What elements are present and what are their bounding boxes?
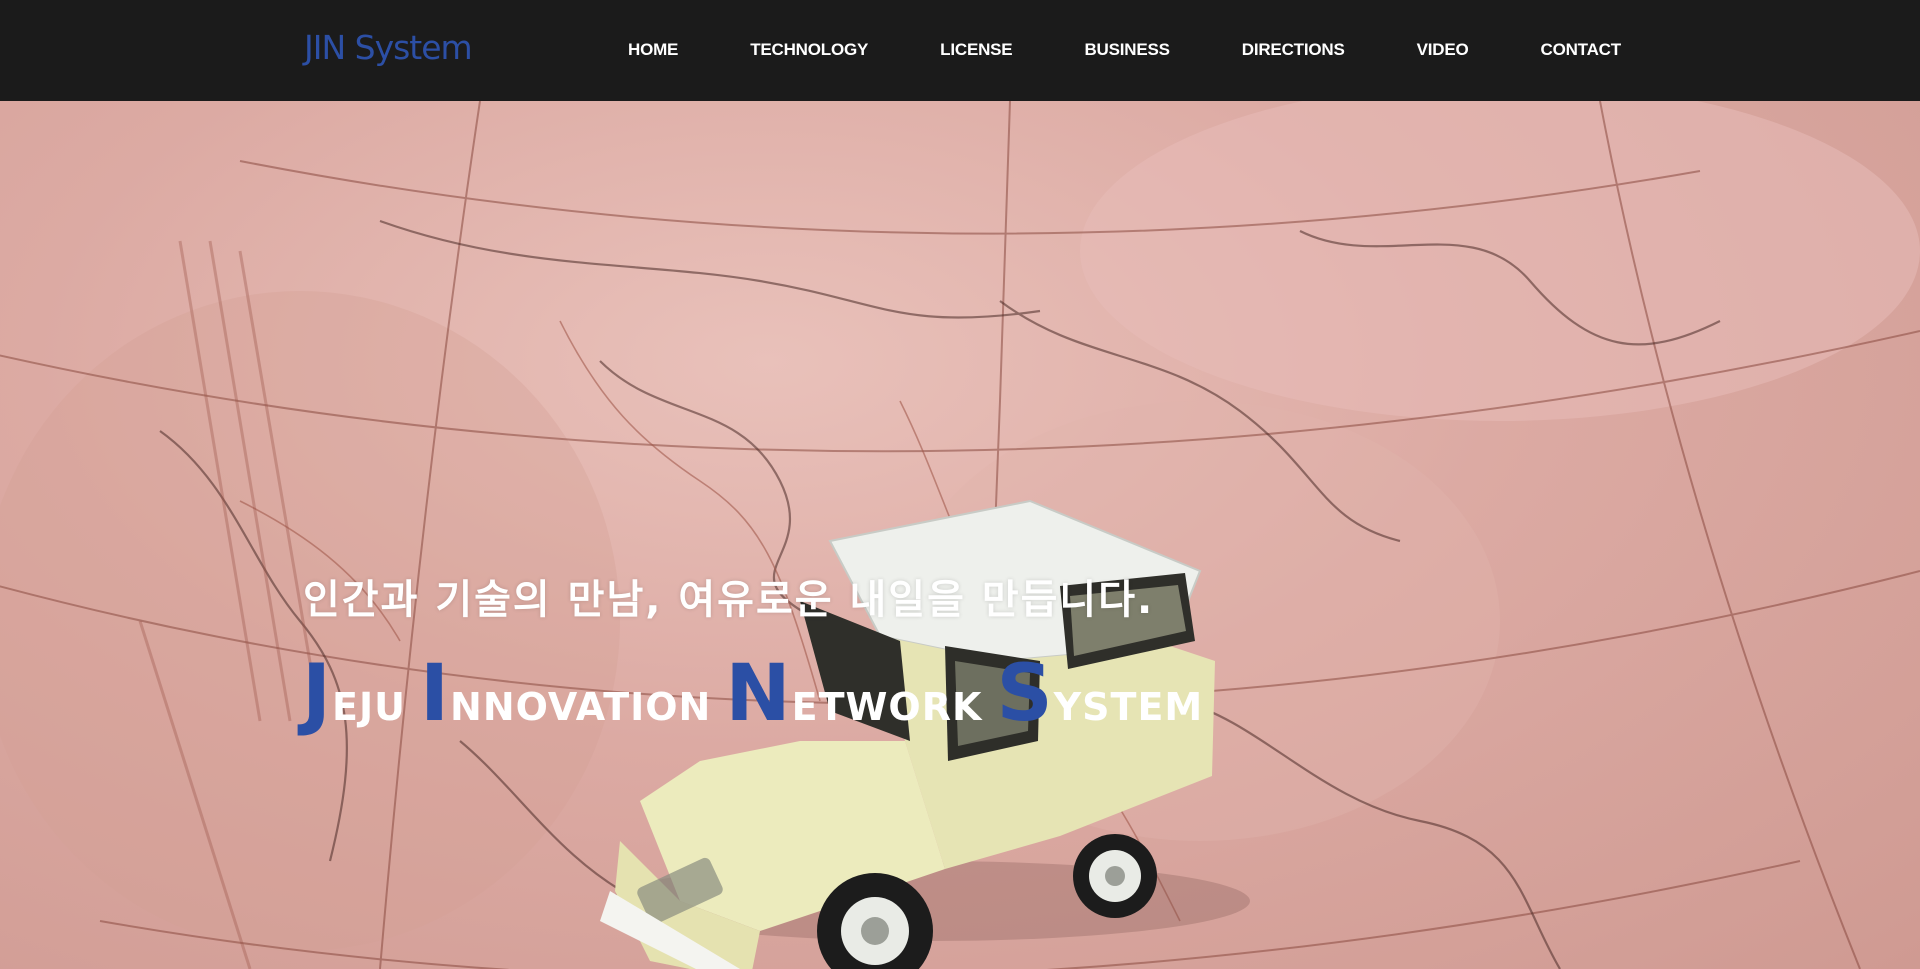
nav-link-license[interactable]: LICENSE: [940, 40, 1012, 59]
nav-item-home: HOME: [628, 40, 678, 60]
slogan-word-rest: ETWORK: [791, 685, 983, 729]
nav-item-technology: TECHNOLOGY: [750, 40, 868, 60]
slogan-initial: J: [302, 649, 333, 739]
nav-link-contact[interactable]: CONTACT: [1541, 40, 1622, 59]
site-logo[interactable]: JIN System: [304, 28, 473, 67]
main-nav: HOME TECHNOLOGY LICENSE BUSINESS DIRECTI…: [628, 40, 1621, 60]
nav-item-business: BUSINESS: [1084, 40, 1170, 60]
nav-link-video[interactable]: VIDEO: [1417, 40, 1469, 59]
slogan-word-jeju: JEJU: [302, 649, 406, 739]
slogan-word-rest: NNOVATION: [450, 685, 712, 729]
nav-item-directions: DIRECTIONS: [1242, 40, 1345, 60]
map-background-image: [0, 101, 1920, 969]
hero-banner: 인간과 기술의 만남, 여유로운 내일을 만듭니다. JEJU INNOVATIO…: [0, 101, 1920, 969]
nav-item-license: LICENSE: [940, 40, 1012, 60]
slogan-word-system: SYSTEM: [996, 649, 1203, 739]
slogan-word-innovation: INNOVATION: [420, 649, 711, 739]
slogan-initial: S: [996, 649, 1054, 739]
nav-link-directions[interactable]: DIRECTIONS: [1242, 40, 1345, 59]
slogan-word-rest: YSTEM: [1053, 685, 1204, 729]
slogan-word-rest: EJU: [332, 685, 406, 729]
hero-tagline: 인간과 기술의 만남, 여유로운 내일을 만듭니다.: [303, 577, 1155, 623]
top-navbar: JIN System HOME TECHNOLOGY LICENSE BUSIN…: [0, 0, 1920, 101]
nav-item-contact: CONTACT: [1541, 40, 1622, 60]
nav-link-home[interactable]: HOME: [628, 40, 678, 59]
nav-link-technology[interactable]: TECHNOLOGY: [750, 40, 868, 59]
nav-link-business[interactable]: BUSINESS: [1084, 40, 1170, 59]
slogan-word-network: NETWORK: [725, 649, 982, 739]
slogan-initial: N: [725, 649, 792, 739]
slogan-initial: I: [419, 649, 451, 739]
hero-slogan: JEJU INNOVATION NETWORK SYSTEM: [302, 649, 1217, 739]
nav-item-video: VIDEO: [1417, 40, 1469, 60]
